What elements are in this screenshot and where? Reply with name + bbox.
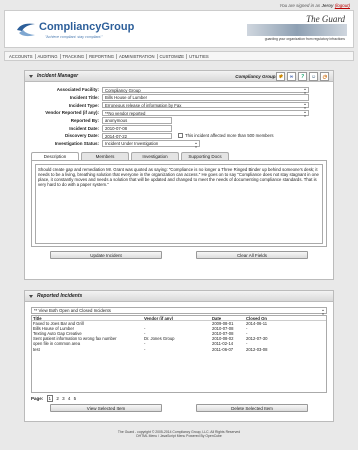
clock-icon[interactable]: ◷ (320, 72, 329, 81)
menu-customize[interactable]: CUSTOMIZE (158, 53, 188, 59)
incident-tabs: Description Members Investigation Suppor… (31, 151, 333, 160)
col-date[interactable]: Date (212, 316, 246, 321)
incident-type-select[interactable]: Erroneous release of information by Fax (102, 101, 309, 110)
menu-utilities[interactable]: UTILITIES (187, 54, 211, 59)
pagination: Page: 1 2 3 4 5 (31, 394, 327, 402)
tab-description[interactable]: Description (31, 151, 79, 160)
signed-in-user: Jeroy (321, 3, 334, 8)
compliancy-logo-icon (17, 23, 35, 37)
incident-form: Associated Facility: Compliancy Group In… (25, 82, 333, 148)
signed-in-text: You are signed in as Jeroy (logout) (279, 3, 350, 8)
page-2[interactable]: 2 (56, 396, 59, 401)
col-vendor[interactable]: Vendor (if any) (144, 316, 212, 320)
incident-date-input[interactable]: 2010-07-08 (102, 125, 172, 132)
incident-title-label: Incident Title: (69, 95, 99, 101)
signed-in-prefix: You are signed in as (279, 3, 321, 8)
incident-buttons: Update Incident Clear All Fields (33, 250, 325, 259)
binoculars-icon[interactable]: ∞ (287, 72, 296, 81)
affected-500-label: This incident affected more than 500 mem… (185, 133, 274, 139)
vendor-select[interactable]: **No vendor reported (102, 109, 309, 118)
clear-all-fields-button[interactable]: Clear All Fields (196, 250, 308, 259)
menu-auditing[interactable]: AUDITING (36, 53, 61, 59)
page-label: Page: (31, 395, 44, 401)
cell-date: 2011-06-07 (212, 346, 234, 352)
investigation-status-label: Investigation Status: (54, 141, 99, 147)
menu-reporting[interactable]: REPORTING (87, 53, 117, 59)
reported-incidents-header[interactable]: Reported Incidents (25, 291, 333, 302)
reported-incidents-panel: Reported Incidents ** View Both Open and… (24, 290, 334, 422)
help-icon[interactable]: ? (298, 72, 307, 81)
investigation-status-select[interactable]: Incident Under Investigation (102, 140, 200, 148)
incident-date-label: Incident Date: (69, 125, 99, 131)
col-closed-on[interactable]: Closed On (246, 316, 286, 321)
description-textarea[interactable]: Should create gap and remediation Mr. Gr… (35, 163, 323, 244)
incident-manager-title: Incident Manager (37, 73, 79, 79)
cell-closed-on: 2012-03-08 (246, 346, 268, 352)
guard-subtitle: guarding your organization from regulato… (264, 37, 345, 41)
tab-members[interactable]: Members (81, 151, 129, 160)
compliancy-group-label: Compliancy Group: (235, 74, 277, 79)
reported-by-input[interactable]: anonymous (102, 117, 172, 124)
tab-investigation[interactable]: Investigation (131, 151, 179, 160)
incident-title-input[interactable]: Bills House of Lumber (102, 94, 309, 101)
delete-selected-button[interactable]: Delete Selected Item (196, 403, 308, 412)
menu-accounts[interactable]: ACCOUNTS (7, 53, 36, 59)
vendor-label: Vendor Reported (if any): (45, 110, 99, 116)
tab-supporting-docs[interactable]: Supporting Docs (181, 151, 229, 160)
main-menu: ACCOUNTS AUDITING TRACKING REPORTING ADM… (4, 51, 354, 61)
page-4[interactable]: 4 (68, 396, 71, 401)
page-5[interactable]: 5 (74, 396, 77, 401)
checkbox-box[interactable] (178, 133, 183, 139)
reported-by-label: Reported By: (70, 118, 99, 124)
incident-filter-select[interactable]: ** View Both Open and Closed Incidents (31, 307, 327, 315)
page-footer: The Guard - copyright © 2005-2014 Compli… (0, 430, 358, 438)
page-1[interactable]: 1 (46, 394, 54, 402)
associated-facility-label: Associated Facility: (56, 87, 99, 93)
view-selected-button[interactable]: View Selected Item (50, 403, 162, 412)
cell-title: test (33, 346, 40, 352)
discovery-date-label: Discovery Date: (64, 133, 99, 139)
reported-buttons: View Selected Item Delete Selected Item (33, 403, 325, 412)
brand-tagline: "Achieve compliant. stay compliant." (45, 35, 103, 39)
table-row[interactable]: test - 2011-06-07 2012-03-08 (32, 347, 326, 352)
reported-incidents-title: Reported Incidents (37, 293, 83, 299)
compliancy-group-icons: ✱ ∞ ? ☺ ◷ (276, 72, 329, 81)
collapse-arrow-icon[interactable] (29, 74, 33, 78)
logout-link[interactable]: (logout) (335, 3, 350, 8)
incident-manager-header[interactable]: Incident Manager Compliancy Group: ✱ ∞ ?… (25, 71, 333, 82)
brand-name: CompliancyGroup (39, 21, 135, 33)
update-incident-button[interactable]: Update Incident (50, 250, 162, 259)
incident-type-label: Incident Type: (68, 102, 99, 108)
collapse-arrow-icon[interactable] (29, 294, 33, 298)
guard-banner (247, 24, 347, 36)
menu-administration[interactable]: ADMINISTRATION (117, 53, 158, 59)
page-header: CompliancyGroup "Achieve compliant. stay… (4, 10, 354, 48)
user-icon[interactable]: ☺ (309, 72, 318, 81)
cell-vendor: - (144, 346, 146, 352)
guard-title: The Guard (306, 14, 345, 24)
menu-tracking[interactable]: TRACKING (61, 53, 88, 59)
affected-500-checkbox[interactable]: This incident affected more than 500 mem… (178, 133, 274, 139)
col-title[interactable]: Title (32, 316, 144, 320)
incident-manager-panel: Incident Manager Compliancy Group: ✱ ∞ ?… (24, 70, 334, 280)
page-3[interactable]: 3 (62, 396, 65, 401)
discovery-date-input[interactable]: 2014-07-22 (102, 132, 172, 140)
tools-icon[interactable]: ✱ (276, 72, 285, 81)
reported-incidents-table: Title Vendor (if any) Date Closed On Fax… (31, 314, 327, 393)
description-tab-body: Should create gap and remediation Mr. Gr… (31, 159, 327, 247)
associated-facility-select[interactable]: Compliancy Group (102, 86, 309, 94)
menu-credit-text: DHTML Menu / JavaScript Menu Powered By … (136, 434, 222, 439)
